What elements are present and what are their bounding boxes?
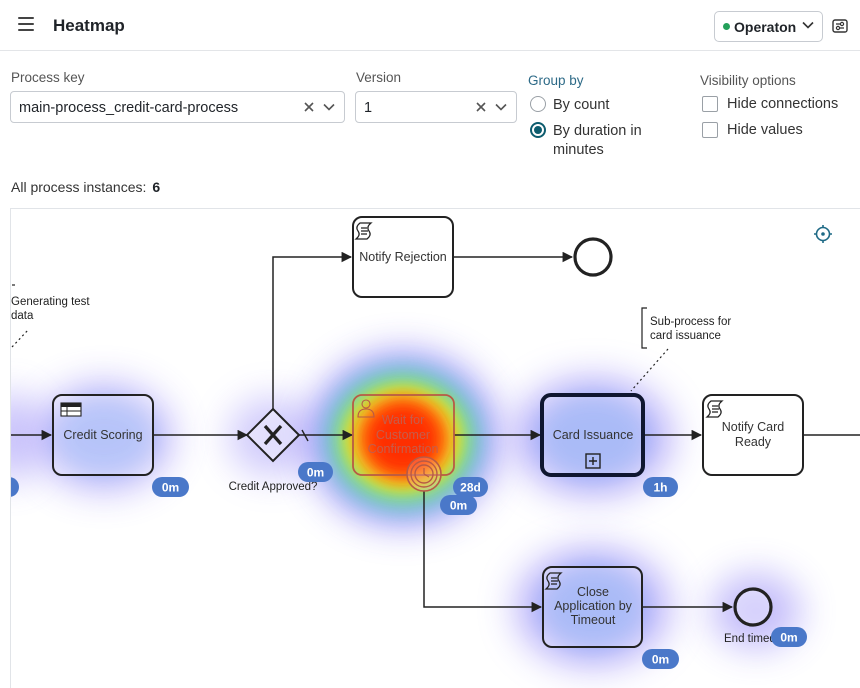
annotation-text: card issuance: [650, 330, 721, 342]
task-close-application-by-timeout[interactable]: Close Application by Timeout: [542, 566, 643, 648]
instances-count: 6: [152, 179, 161, 195]
task-notify-card-ready[interactable]: Notify Card Ready: [702, 394, 804, 476]
business-rule-table-icon: [60, 402, 82, 417]
badge-end-timed: 0m: [771, 627, 807, 647]
checkbox[interactable]: [702, 96, 718, 112]
badge-value: 0m: [652, 653, 669, 667]
annotation-text: data: [11, 310, 34, 322]
process-key-label: Process key: [11, 70, 85, 85]
chevron-down-icon[interactable]: [323, 103, 335, 111]
radio-by-duration[interactable]: By duration in minutes: [530, 122, 642, 160]
version-label: Version: [356, 70, 402, 85]
task-label: Application by: [554, 599, 633, 613]
checkbox-hide-connections[interactable]: Hide connections: [702, 96, 838, 112]
chevron-down-icon: [802, 21, 814, 29]
radio-label: By count: [553, 97, 610, 113]
task-label: Notify Card: [722, 420, 785, 434]
instances-summary: All process instances: 6: [11, 179, 160, 195]
chevron-down-icon[interactable]: [495, 103, 507, 111]
badge-wait: 28d: [453, 477, 488, 497]
radio-label-line2: minutes: [553, 142, 604, 158]
version-value: 1: [364, 100, 373, 116]
checkbox[interactable]: [702, 122, 718, 138]
badge-gateway: 0m: [298, 462, 333, 482]
radio-button-selected[interactable]: [530, 122, 546, 138]
settings-sliders-icon[interactable]: [832, 19, 848, 33]
checkbox-label: Hide connections: [727, 96, 839, 112]
instances-label: All process instances:: [11, 179, 147, 195]
task-label: Card Issuance: [553, 428, 634, 442]
group-by-label: Group by: [528, 73, 584, 88]
badge-credit-scoring: 0m: [152, 477, 189, 497]
clear-icon[interactable]: [475, 101, 487, 113]
task-label: Customer: [376, 428, 430, 442]
radio-label: By duration in minutes: [553, 122, 642, 160]
task-label: Timeout: [571, 613, 616, 627]
gateway-label: Credit Approved?: [229, 481, 318, 493]
radio-by-count[interactable]: By count: [530, 96, 609, 115]
page-title: Heatmap: [53, 16, 125, 35]
badge-value: 28d: [460, 481, 481, 495]
annotation-subprocess: Sub-process for card issuance: [630, 307, 731, 392]
badge-value: 0m: [307, 466, 324, 480]
engine-status-dot: [723, 23, 730, 30]
timer-boundary-event-icon[interactable]: [406, 456, 442, 492]
task-notify-rejection[interactable]: Notify Rejection: [352, 216, 454, 298]
process-key-select[interactable]: main-process_credit-card-process: [10, 91, 345, 123]
badge-value: 0m: [162, 481, 179, 495]
subprocess-card-issuance[interactable]: Card Issuance: [540, 393, 645, 477]
badge-value: 0m: [450, 499, 467, 513]
checkbox-hide-values[interactable]: Hide values: [702, 122, 803, 138]
recenter-crosshair-icon[interactable]: [814, 225, 832, 243]
engine-label: Operaton: [734, 18, 797, 35]
checkbox-label: Hide values: [727, 122, 803, 138]
annotation-text: Sub-process for: [650, 316, 731, 328]
task-label: Ready: [735, 435, 772, 449]
task-label: Confirmation: [368, 442, 439, 456]
badge-close: 0m: [642, 649, 679, 669]
end-event-label: End timed: [724, 633, 776, 645]
task-credit-scoring[interactable]: Credit Scoring: [52, 394, 154, 476]
version-select[interactable]: 1: [355, 91, 517, 123]
task-label: Close: [577, 585, 609, 599]
task-label: Credit Scoring: [63, 428, 142, 442]
radio-label-line1: By duration in: [553, 123, 642, 139]
visibility-options-label: Visibility options: [700, 73, 796, 88]
annotation-text: Generating test: [11, 296, 90, 308]
hamburger-menu-icon[interactable]: [18, 17, 34, 31]
task-label: Notify Rejection: [359, 250, 447, 264]
badge-value: 0m: [780, 631, 797, 645]
annotation-generating-test-data: Generating test data: [11, 284, 90, 348]
bpmn-diagram: Generating test data Sub-process for car…: [11, 216, 860, 669]
engine-select[interactable]: Operaton: [714, 11, 823, 42]
badge-timer: 0m: [440, 495, 477, 515]
badge-card-issuance: 1h: [643, 477, 678, 497]
task-label: Wait for: [382, 413, 425, 427]
process-key-value: main-process_credit-card-process: [19, 100, 239, 116]
end-event[interactable]: [573, 237, 613, 277]
radio-button[interactable]: [530, 96, 546, 112]
clear-icon[interactable]: [303, 101, 315, 113]
bpmn-diagram-canvas[interactable]: Generating test data Sub-process for car…: [10, 208, 860, 688]
badge-value: 1h: [653, 481, 667, 495]
app-header: Heatmap Operaton: [0, 0, 860, 51]
